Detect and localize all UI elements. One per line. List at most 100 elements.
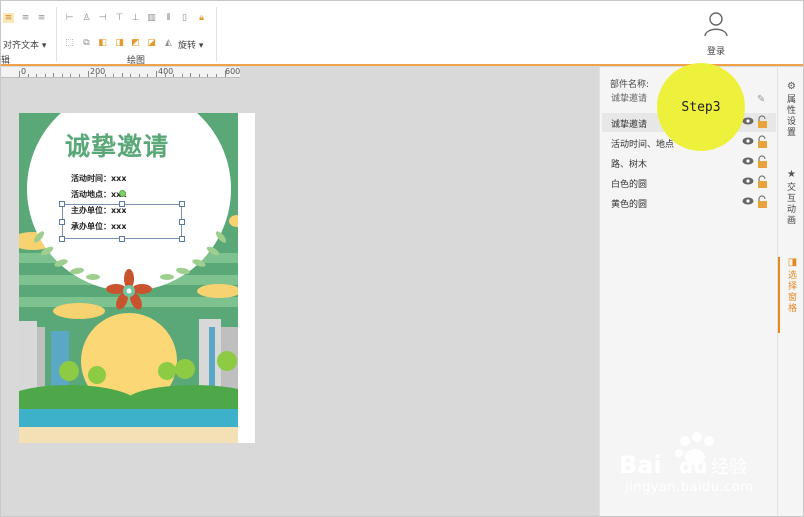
align-right-icon[interactable]: ≡ <box>36 13 47 23</box>
ruler-tick <box>156 71 157 77</box>
ruler-mark: 0 <box>21 67 27 76</box>
ruler-tick <box>70 74 71 77</box>
layers-icon: ◨ <box>787 257 798 268</box>
ungroup-icon[interactable]: ⧉ <box>81 38 92 48</box>
send-backward-icon[interactable]: ◪ <box>146 38 157 48</box>
lock-icon[interactable] <box>756 135 768 148</box>
poster-artwork[interactable]: 诚挚邀请 活动时间：xxx 活动地点：xxx 主办单位：xxx 承办单位：xxx <box>19 113 238 443</box>
resize-handle-ne[interactable] <box>179 201 185 207</box>
ruler-tick <box>190 73 191 77</box>
ruler-tick <box>207 74 208 77</box>
ruler-tick <box>36 74 37 77</box>
toolbar-divider <box>56 7 57 62</box>
ruler-tick <box>45 74 46 77</box>
ruler-tick <box>79 74 80 77</box>
horizontal-ruler: 0 200 400 600 <box>1 67 240 78</box>
watermark-url: jingyan.baidu.com <box>625 480 754 495</box>
resize-handle-nw[interactable] <box>59 201 65 207</box>
align-objects-right-icon[interactable]: ⊣ <box>97 13 108 23</box>
ruler-tick <box>19 71 20 77</box>
ruler-tick <box>62 74 63 77</box>
login-label: 登录 <box>706 47 725 57</box>
ruler-tick <box>28 74 29 77</box>
login-button[interactable]: 登录 <box>696 11 736 57</box>
ruler-tick <box>130 74 131 77</box>
toolbar-divider <box>216 7 217 62</box>
tab-label: 交互动画 <box>786 183 796 226</box>
lock-icon[interactable]: 🔒︎ <box>196 13 207 23</box>
layer-item[interactable]: 路、树木 <box>602 153 776 172</box>
layer-name: 诚挚邀请 <box>611 120 648 130</box>
resize-handle-n[interactable] <box>119 201 125 207</box>
step-label: Step3 <box>681 99 721 115</box>
tab-label: 选择窗格 <box>787 271 797 314</box>
edit-group-label: 辑 <box>1 56 11 66</box>
rotate-handle[interactable] <box>119 190 126 197</box>
tab-selection-pane[interactable]: ◨ 选择窗格 <box>778 257 803 333</box>
align-center-icon[interactable]: ≡ <box>20 13 31 23</box>
toolbar: ≡ ≡ ≡ 对齐文本 ▾ 辑 ⊢ ♙ ⊣ ⊤ ⊥ ▥ ⫴ ▯ 🔒︎ ⬚ ⧉ ◧ … <box>1 1 803 66</box>
ruler-mark: 600 <box>225 67 241 76</box>
poster-title[interactable]: 诚挚邀请 <box>65 127 169 163</box>
tab-label: 属性设置 <box>786 95 796 138</box>
resize-handle-e[interactable] <box>179 219 185 225</box>
lock-icon[interactable] <box>756 155 768 168</box>
gear-icon: ⚙ <box>787 81 796 92</box>
rotate-button[interactable]: 旋转 ▾ <box>178 38 203 51</box>
svg-text:经验: 经验 <box>711 457 747 478</box>
ruler-tick <box>53 73 54 77</box>
ruler-tick <box>182 74 183 77</box>
resize-handle-w[interactable] <box>59 219 65 225</box>
group-icon[interactable]: ⬚ <box>64 38 75 48</box>
bring-forward-icon[interactable]: ◩ <box>130 38 141 48</box>
draw-group-label: 绘图 <box>127 56 146 66</box>
ruler-tick <box>147 74 148 77</box>
send-back-icon[interactable]: ◨ <box>114 38 125 48</box>
align-objects-middle-icon[interactable]: ⊥ <box>130 13 141 23</box>
user-icon <box>704 12 728 37</box>
lock-icon[interactable] <box>756 175 768 188</box>
component-name-label: 部件名称: <box>610 80 650 90</box>
ruler-tick <box>216 74 217 77</box>
flip-icon[interactable]: ◭ <box>163 38 174 48</box>
selection-box[interactable] <box>62 204 182 239</box>
ruler-tick <box>199 74 200 77</box>
ruler-mark: 400 <box>158 67 174 76</box>
layer-name: 黄色的圆 <box>611 200 648 210</box>
eye-icon[interactable] <box>742 135 754 147</box>
align-objects-left-icon[interactable]: ⊢ <box>64 13 75 23</box>
align-text-button[interactable]: 对齐文本 ▾ <box>3 38 46 51</box>
right-sidebar: ⚙ 属性设置 ★ 交互动画 ◨ 选择窗格 <box>777 67 803 516</box>
edit-icon[interactable]: ✎ <box>757 94 765 105</box>
eye-icon[interactable] <box>742 195 754 207</box>
layer-name: 活动时间、地点 <box>611 140 675 150</box>
eye-icon[interactable] <box>742 155 754 167</box>
align-left-icon[interactable]: ≡ <box>3 13 14 23</box>
eye-icon[interactable] <box>742 175 754 187</box>
tab-animation[interactable]: ★ 交互动画 <box>778 169 803 227</box>
layer-item[interactable]: 白色的圆 <box>602 173 776 192</box>
align-objects-center-icon[interactable]: ♙ <box>81 13 92 23</box>
step-annotation: Step3 <box>657 63 745 151</box>
star-icon: ★ <box>787 169 796 180</box>
ruler-tick <box>113 74 114 77</box>
svg-text:Bai: Bai <box>619 451 662 479</box>
svg-text:du: du <box>679 454 708 478</box>
ruler-tick <box>139 74 140 77</box>
lock-icon[interactable] <box>756 115 768 128</box>
align-objects-bottom-icon[interactable]: ▥ <box>146 13 157 23</box>
lock-icon[interactable] <box>756 195 768 208</box>
tab-properties[interactable]: ⚙ 属性设置 <box>778 81 803 139</box>
rotate-label: 旋转 <box>178 41 197 51</box>
bring-front-icon[interactable]: ◧ <box>97 38 108 48</box>
align-objects-top-icon[interactable]: ⊤ <box>114 13 125 23</box>
align-text-label: 对齐文本 <box>3 41 40 51</box>
resize-handle-se[interactable] <box>179 236 185 242</box>
ruler-tick <box>122 73 123 77</box>
resize-handle-s[interactable] <box>119 236 125 242</box>
layer-item[interactable]: 黄色的圆 <box>602 193 776 212</box>
distribute-vertical-icon[interactable]: ▯ <box>179 13 190 23</box>
poster-info-time: 活动时间：xxx <box>71 174 127 183</box>
distribute-horizontal-icon[interactable]: ⫴ <box>163 13 174 23</box>
resize-handle-sw[interactable] <box>59 236 65 242</box>
